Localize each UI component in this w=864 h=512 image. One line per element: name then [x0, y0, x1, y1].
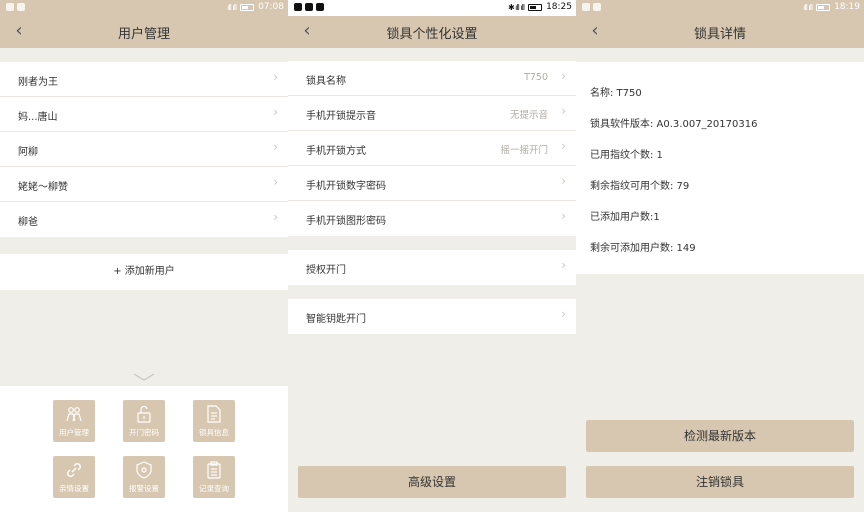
detail-added-users: 已添加用户数:1	[590, 212, 660, 223]
notification-icons	[294, 3, 324, 11]
notification-icons	[6, 3, 25, 11]
grid-item-label: 记录查询	[199, 484, 229, 493]
detail-software-version: 锁具软件版本: A0.3.007_20170316	[590, 119, 758, 130]
chevron-right-icon: ›	[561, 307, 566, 321]
user-management-screen: ıll ıll 07:08 ‹ 用户管理 刚者为王 › 妈...唐山 › 阿柳 › 姥…	[0, 0, 288, 512]
lock-details: 名称: T750 锁具软件版本: A0.3.007_20170316 已用指纹个…	[576, 62, 864, 274]
setting-label: 智能钥匙开门	[306, 314, 366, 325]
chevron-right-icon: ›	[273, 140, 278, 154]
chevron-right-icon: ›	[561, 174, 566, 188]
status-bar: ıll ıll 07:08	[0, 0, 288, 16]
status-bar: ✱ ıll ıll 18:25	[288, 0, 576, 16]
setting-label: 手机开锁方式	[306, 146, 366, 157]
setting-label: 手机开锁提示音	[306, 111, 376, 122]
authorized-section: 授权开门 ›	[288, 250, 576, 285]
notification-icons	[582, 3, 601, 11]
battery-icon	[816, 3, 831, 11]
grid-item-user-management[interactable]: 用户管理	[53, 400, 95, 442]
battery-icon	[528, 3, 543, 11]
page-title: 锁具个性化设置	[386, 27, 478, 42]
chevron-right-icon: ›	[273, 105, 278, 119]
list-item[interactable]: 妈...唐山 ›	[0, 97, 288, 132]
setting-lock-name[interactable]: 锁具名称 T750 ›	[288, 61, 576, 96]
grid-item-label: 锁具信息	[199, 428, 229, 437]
lock-personalization-screen: ✱ ıll ıll 18:25 ‹ 锁具个性化设置 锁具名称 T750 › 手机开锁…	[288, 0, 576, 512]
user-name: 妈...唐山	[18, 112, 58, 123]
detail-remaining-users: 剩余可添加用户数: 149	[590, 243, 696, 254]
grid-item-record-query[interactable]: 记录查询	[193, 456, 235, 498]
status-time: 18:19	[834, 2, 860, 12]
setting-value: T750	[524, 72, 548, 83]
smart-key-open-item[interactable]: 智能钥匙开门 ›	[288, 299, 576, 334]
setting-label: 授权开门	[306, 265, 346, 276]
app-header: ‹ 锁具个性化设置	[288, 16, 576, 48]
setting-label: 锁具名称	[306, 76, 346, 87]
chevron-right-icon: ›	[561, 139, 566, 153]
detail-used-fingerprints: 已用指纹个数: 1	[590, 150, 663, 161]
clipboard-icon	[207, 461, 221, 479]
grid-item-unlock-password[interactable]: 开门密码	[123, 400, 165, 442]
user-list: 刚者为王 › 妈...唐山 › 阿柳 › 姥姥～柳赞 › 柳爸 ›	[0, 62, 288, 237]
grid-item-label: 报警设置	[129, 484, 159, 493]
detail-remaining-fingerprints: 剩余指纹可用个数: 79	[590, 181, 690, 192]
battery-icon	[240, 3, 255, 11]
setting-pattern-password[interactable]: 手机开锁图形密码 ›	[288, 201, 576, 236]
advanced-settings-button[interactable]: 高级设置	[298, 466, 566, 498]
chevron-right-icon: ›	[273, 175, 278, 189]
document-icon	[207, 405, 221, 423]
setting-label: 手机开锁数字密码	[306, 181, 386, 192]
setting-value: 无提示音	[509, 110, 548, 121]
app-header: ‹ 锁具详情	[576, 16, 864, 48]
chevron-down-icon[interactable]	[132, 372, 156, 382]
grid-item-label: 用户管理	[59, 428, 89, 437]
smart-key-section: 智能钥匙开门 ›	[288, 299, 576, 334]
list-item[interactable]: 姥姥～柳赞 ›	[0, 167, 288, 202]
setting-label: 手机开锁图形密码	[306, 216, 386, 227]
unlock-icon	[137, 405, 151, 423]
setting-digit-password[interactable]: 手机开锁数字密码 ›	[288, 166, 576, 201]
function-grid: 用户管理 开门密码 锁具信息 亲情设置 报警设置 记录查询	[0, 386, 288, 512]
setting-unlock-method[interactable]: 手机开锁方式 摇一摇开门 ›	[288, 131, 576, 166]
users-icon	[66, 407, 82, 422]
chevron-right-icon: ›	[561, 104, 566, 118]
setting-unlock-sound[interactable]: 手机开锁提示音 无提示音 ›	[288, 96, 576, 131]
deregister-lock-button[interactable]: 注销锁具	[586, 466, 854, 498]
grid-item-alarm-settings[interactable]: 报警设置	[123, 456, 165, 498]
chevron-right-icon: ›	[273, 210, 278, 224]
grid-item-family-settings[interactable]: 亲情设置	[53, 456, 95, 498]
user-name: 刚者为王	[18, 77, 58, 88]
grid-item-label: 开门密码	[129, 428, 159, 437]
grid-item-label: 亲情设置	[59, 484, 89, 493]
chevron-right-icon: ›	[273, 70, 278, 84]
grid-item-lock-info[interactable]: 锁具信息	[193, 400, 235, 442]
lock-details-screen: ıll ıll 18:19 ‹ 锁具详情 名称: T750 锁具软件版本: A0…	[576, 0, 864, 512]
app-header: ‹ 用户管理	[0, 16, 288, 48]
link-icon	[67, 463, 81, 477]
signal-icon: ✱ ıll ıll	[507, 2, 525, 12]
list-item[interactable]: 刚者为王 ›	[0, 62, 288, 97]
page-title: 锁具详情	[693, 27, 746, 42]
status-time: 07:08	[258, 2, 284, 12]
list-item[interactable]: 柳爸 ›	[0, 202, 288, 237]
detail-name: 名称: T750	[590, 88, 642, 99]
chevron-right-icon: ›	[561, 258, 566, 272]
user-name: 柳爸	[18, 217, 38, 228]
check-update-button[interactable]: 检测最新版本	[586, 420, 854, 452]
page-title: 用户管理	[117, 27, 170, 42]
status-bar: ıll ıll 18:19	[576, 0, 864, 16]
settings-list: 锁具名称 T750 › 手机开锁提示音 无提示音 › 手机开锁方式 摇一摇开门 › 手机开锁…	[288, 61, 576, 236]
shield-icon	[136, 461, 152, 479]
authorized-open-item[interactable]: 授权开门 ›	[288, 250, 576, 285]
user-name: 阿柳	[18, 147, 38, 158]
user-name: 姥姥～柳赞	[18, 182, 68, 193]
status-time: 18:25	[546, 2, 572, 12]
chevron-right-icon: ›	[561, 209, 566, 223]
chevron-right-icon: ›	[561, 69, 566, 83]
signal-icon: ıll ıll	[227, 2, 237, 12]
list-item[interactable]: 阿柳 ›	[0, 132, 288, 167]
signal-icon: ıll ıll	[803, 2, 813, 12]
add-user-button[interactable]: + 添加新用户	[0, 254, 288, 290]
setting-value: 摇一摇开门	[500, 145, 548, 156]
